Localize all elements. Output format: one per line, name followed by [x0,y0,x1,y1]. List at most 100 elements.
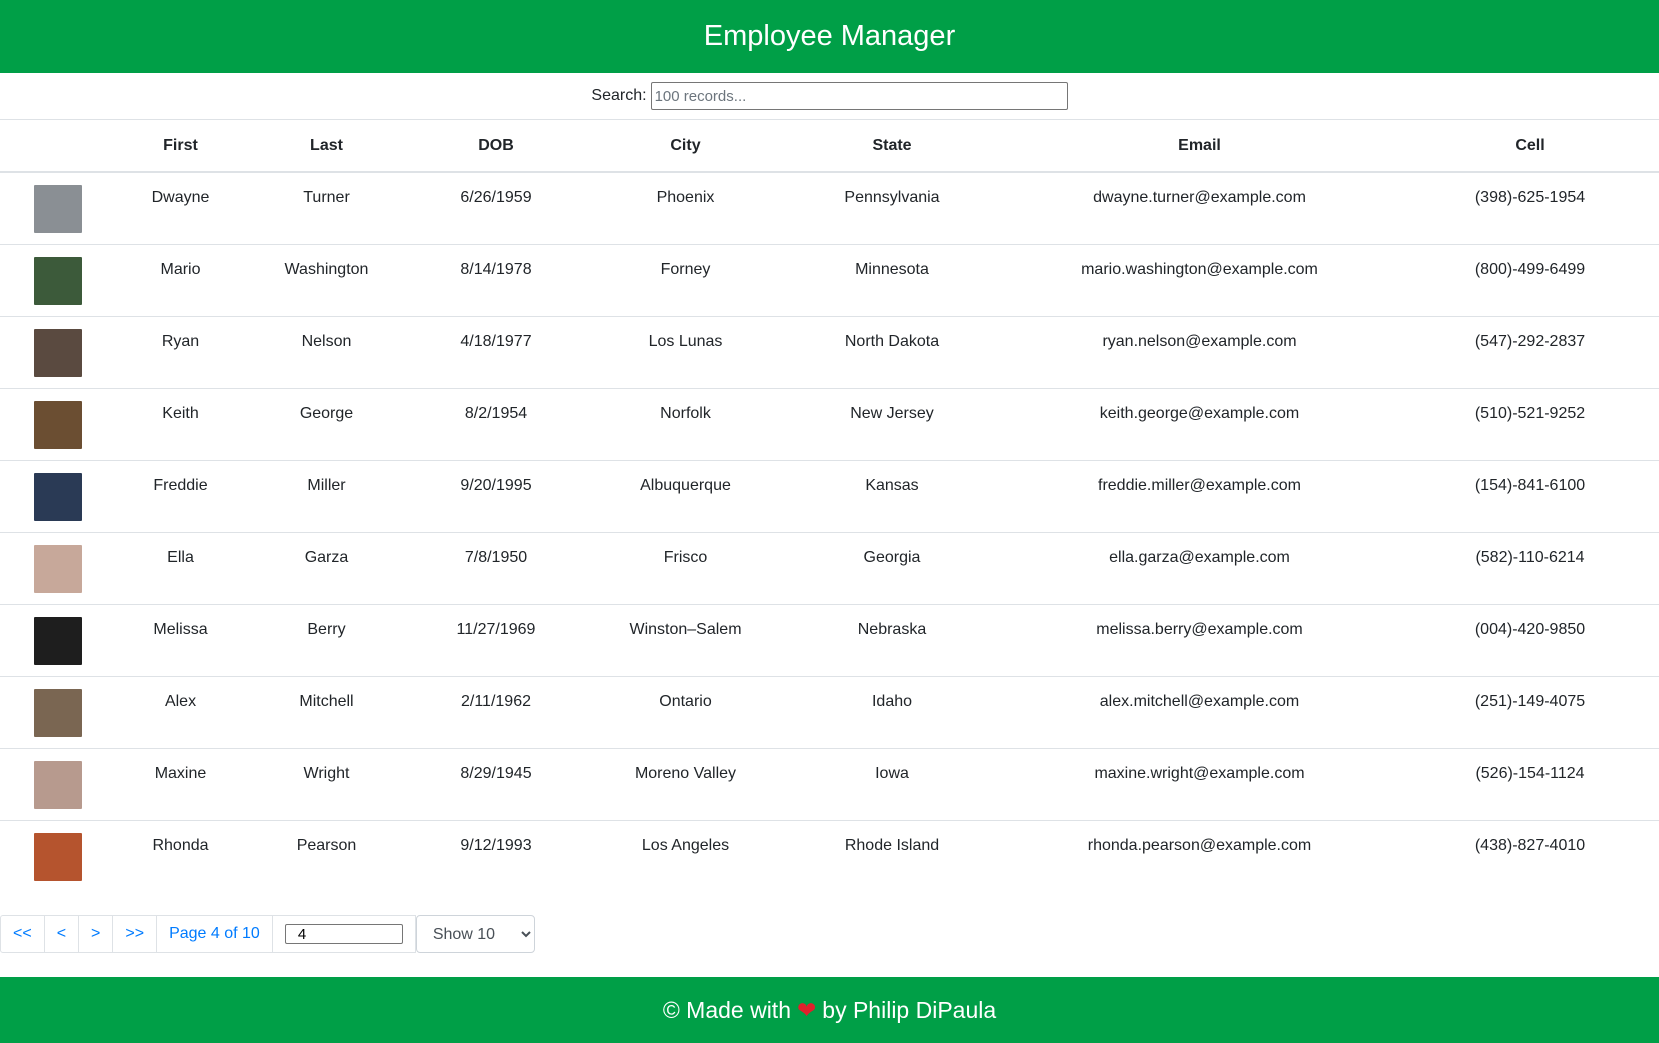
footer-author: by Philip DiPaula [822,996,997,1023]
photo-cell [0,603,115,676]
table-row: Alex Mitchell 2/11/1962 Ontario Idaho alex.mi… [0,675,1659,748]
next-page-button[interactable]: > [78,915,114,953]
cell-city: Los Angeles [585,819,786,892]
column-header-cell[interactable]: Cell [1401,120,1659,173]
cell-dob: 2/11/1962 [407,675,585,748]
table-row: Ella Garza 7/8/1950 Frisco Georgia ella.garza… [0,531,1659,604]
cell-city: Phoenix [656,189,715,206]
table-row: Mario Washington 8/14/1978 Forney Minnesota m… [0,243,1659,316]
cell-state: Idaho [786,675,998,748]
column-header-photo [0,120,115,173]
last-page-button[interactable]: >> [112,915,158,953]
cell-last: Wright [246,747,407,820]
cell-cell: (582)-110-6214 [1401,531,1659,604]
app-header: Employee Manager [0,0,1659,73]
cell-cell: (438)-827-4010 [1401,819,1659,892]
cell-email: melissa.berry@example.com [998,603,1401,676]
first-page-button[interactable]: << [0,915,45,953]
column-header-state[interactable]: State [786,120,998,173]
cell-state: Pennsylvania [844,189,940,206]
page-input-wrapper [271,915,416,953]
photo-cell [0,172,115,244]
cell-dob: 9/20/1995 [407,459,585,532]
cell-cell: (510)-521-9252 [1401,387,1659,460]
column-header-city[interactable]: City [585,120,786,173]
cell-cell: (398)-625-1954 [1474,189,1586,206]
cell-city: Ontario [585,675,786,748]
cell-email: ella.garza@example.com [998,531,1401,604]
table-header-row: First Last DOB City State Email Cell [0,120,1659,173]
cell-email: maxine.wright@example.com [998,747,1401,820]
cell-email: alex.mitchell@example.com [998,675,1401,748]
photo-cell [0,675,115,748]
cell-email: freddie.miller@example.com [998,459,1401,532]
previous-page-button[interactable]: < [43,915,80,953]
cell-state: Iowa [786,747,998,820]
cell-state: New Jersey [786,387,998,460]
cell-email: ryan.nelson@example.com [998,315,1401,388]
cell-state: Nebraska [786,603,998,676]
cell-last: Mitchell [246,675,407,748]
cell-dob: 8/2/1954 [407,387,585,460]
photo-cell [0,387,115,460]
page-size-select[interactable]: Show 10 [415,915,535,953]
cell-city: Moreno Valley [585,747,786,820]
cell-cell: (004)-420-9850 [1401,603,1659,676]
photo-cell [0,243,115,316]
avatar [33,760,82,809]
search-bar: Search: [0,73,1659,120]
cell-first: Melissa [115,603,246,676]
cell-state: Georgia [786,531,998,604]
table-row: Ryan Nelson 4/18/1977 Los Lunas North Dakota… [0,315,1659,388]
cell-city: Albuquerque [585,459,786,532]
column-header-dob[interactable]: DOB [407,120,585,173]
table-body: Dwayne Turner 6/26/1959 Phoenix Pennsylvania… [0,172,1659,892]
cell-dob: 4/18/1977 [407,315,585,388]
column-header-first[interactable]: First [115,120,246,173]
cell-cell: (251)-149-4075 [1401,675,1659,748]
cell-first: Ryan [115,315,246,388]
cell-city: Winston–Salem [585,603,786,676]
avatar [33,544,82,593]
cell-city: Norfolk [585,387,786,460]
cell-city: Los Lunas [585,315,786,388]
cell-last: Turner [303,189,350,206]
cell-email: dwayne.turner@example.com [1093,189,1306,206]
search-input[interactable] [650,82,1068,110]
avatar [33,832,82,881]
column-header-email[interactable]: Email [998,120,1401,173]
cell-first: Rhonda [115,819,246,892]
cell-email: mario.washington@example.com [998,243,1401,316]
cell-cell: (547)-292-2837 [1401,315,1659,388]
cell-last: George [246,387,407,460]
employee-table: First Last DOB City State Email Cell Dwa… [0,120,1659,892]
cell-dob: 6/26/1959 [460,189,532,206]
photo-cell [0,531,115,604]
search-label: Search: [591,87,647,104]
avatar [33,688,82,737]
cell-state: Minnesota [786,243,998,316]
cell-dob: 8/14/1978 [407,243,585,316]
column-header-last[interactable]: Last [246,120,407,173]
avatar [33,256,82,305]
cell-cell: (526)-154-1124 [1401,747,1659,820]
cell-first: Keith [115,387,246,460]
avatar [33,400,82,449]
photo-cell [0,819,115,892]
cell-dob: 11/27/1969 [407,603,585,676]
page-number-input[interactable] [284,924,403,944]
cell-first: Freddie [115,459,246,532]
cell-cell: (154)-841-6100 [1401,459,1659,532]
cell-last: Washington [246,243,407,316]
cell-first: Dwayne [151,189,210,206]
cell-last: Berry [246,603,407,676]
table-row: Freddie Miller 9/20/1995 Albuquerque Kansas f… [0,459,1659,532]
cell-city: Forney [585,243,786,316]
avatar [33,328,82,377]
app-footer: © Made with ❤ by Philip DiPaula [0,977,1659,1043]
cell-last: Nelson [246,315,407,388]
pagination: << < > >> Page 4 of 10 Show 10 [0,915,535,953]
cell-first: Mario [115,243,246,316]
cell-state: Rhode Island [786,819,998,892]
table-row: Keith George 8/2/1954 Norfolk New Jersey keit… [0,387,1659,460]
